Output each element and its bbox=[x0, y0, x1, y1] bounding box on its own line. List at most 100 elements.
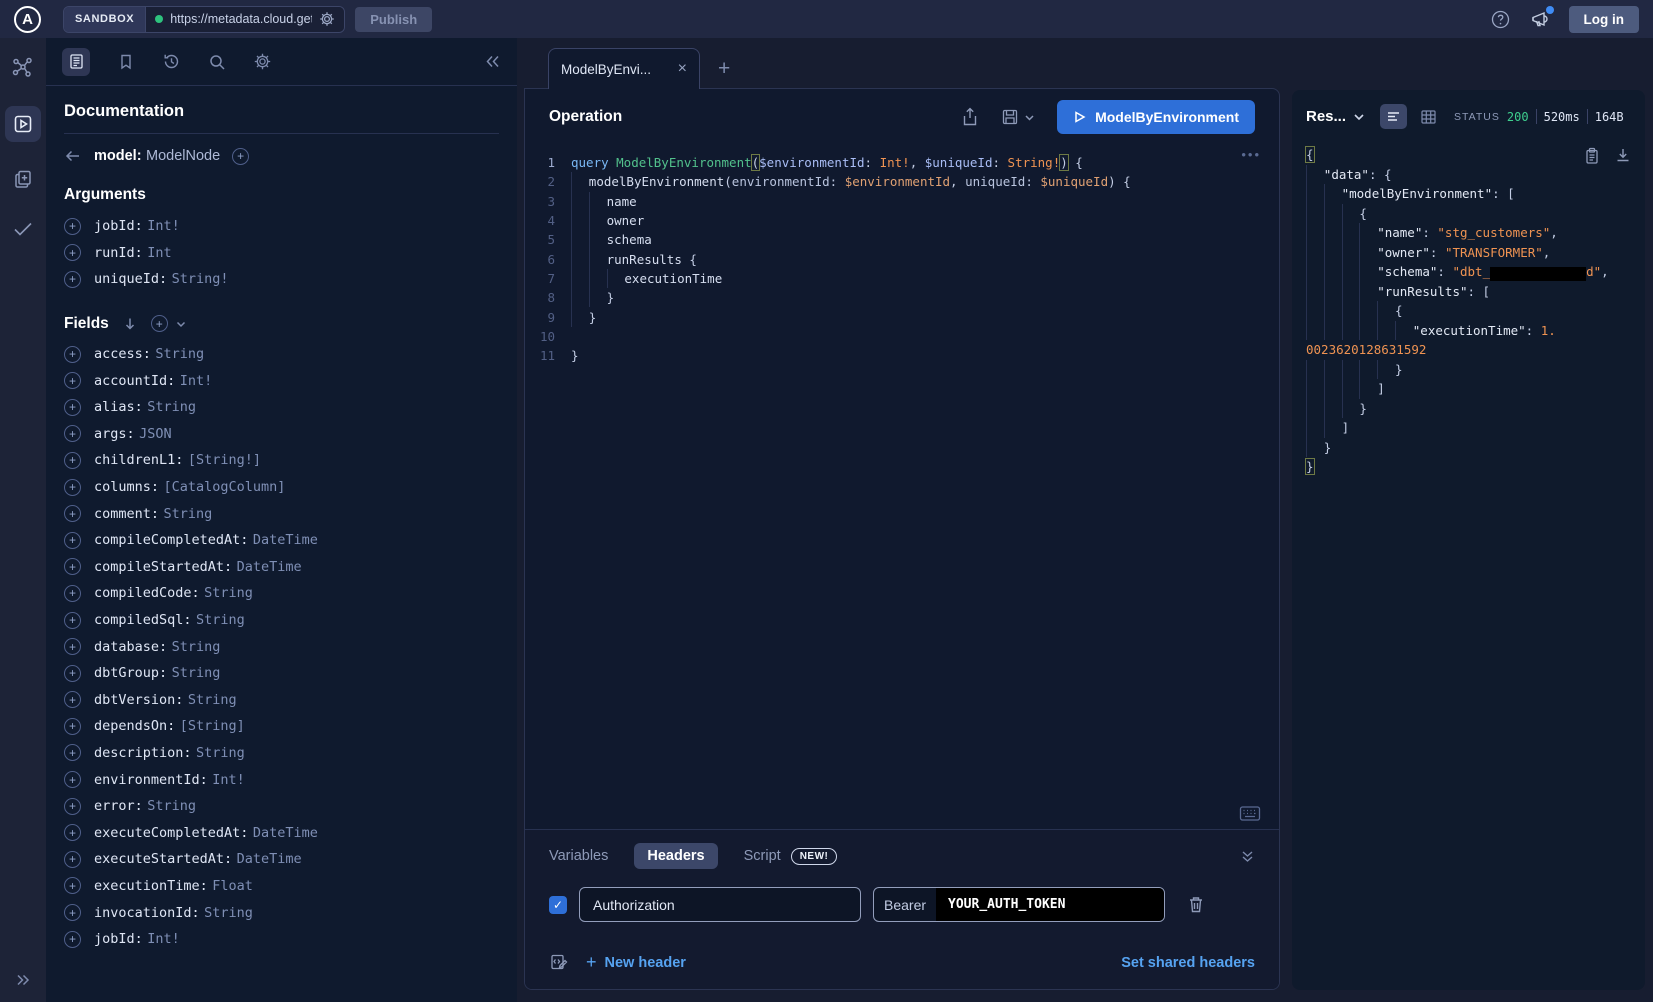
field-row[interactable]: + accountId: Int! bbox=[64, 367, 499, 394]
login-button[interactable]: Log in bbox=[1569, 6, 1640, 33]
add-field-icon[interactable]: + bbox=[64, 612, 81, 629]
sort-fields-icon[interactable] bbox=[122, 316, 138, 332]
field-type[interactable]: [String] bbox=[180, 718, 245, 734]
field-row[interactable]: + alias: String bbox=[64, 394, 499, 421]
expand-rail-icon[interactable] bbox=[15, 972, 31, 988]
add-argument-icon[interactable]: + bbox=[64, 244, 81, 261]
add-field-icon[interactable]: + bbox=[64, 771, 81, 788]
code-line[interactable]: 9 } bbox=[525, 307, 1279, 326]
schema-graph-icon[interactable] bbox=[11, 56, 35, 80]
endpoint-control[interactable]: SANDBOX https://metadata.cloud.getd bbox=[63, 6, 345, 33]
header-value-token[interactable]: YOUR_AUTH_TOKEN bbox=[936, 888, 1164, 921]
field-type[interactable]: String bbox=[188, 692, 237, 708]
new-tab-icon[interactable]: + bbox=[718, 57, 730, 81]
field-row[interactable]: + columns: [CatalogColumn] bbox=[64, 474, 499, 501]
field-type[interactable]: String bbox=[196, 612, 245, 628]
add-field-icon[interactable]: + bbox=[64, 691, 81, 708]
tab-variables[interactable]: Variables bbox=[549, 848, 608, 864]
field-row[interactable]: + executionTime: Float bbox=[64, 873, 499, 900]
argument-type[interactable]: Int! bbox=[147, 218, 180, 234]
field-row[interactable]: + compiledSql: String bbox=[64, 607, 499, 634]
add-type-icon[interactable]: + bbox=[232, 148, 249, 165]
add-field-icon[interactable]: + bbox=[64, 665, 81, 682]
search-icon[interactable] bbox=[208, 53, 226, 71]
argument-type[interactable]: String! bbox=[172, 271, 229, 287]
field-type[interactable]: Int! bbox=[147, 931, 180, 947]
add-field-icon[interactable]: + bbox=[64, 425, 81, 442]
add-field-icon[interactable]: + bbox=[64, 638, 81, 655]
endpoint-url-text[interactable]: https://metadata.cloud.getd bbox=[170, 12, 312, 26]
field-row[interactable]: + compileStartedAt: DateTime bbox=[64, 554, 499, 581]
response-title[interactable]: Res... bbox=[1306, 108, 1346, 125]
table-view-toggle-icon[interactable] bbox=[1420, 109, 1437, 125]
environment-variables-icon[interactable] bbox=[549, 953, 568, 972]
announcements-megaphone-icon[interactable] bbox=[1530, 9, 1551, 29]
active-operation-tab[interactable]: ModelByEnvi... × bbox=[548, 48, 700, 89]
delete-header-icon[interactable] bbox=[1187, 895, 1205, 914]
tab-headers[interactable]: Headers bbox=[634, 843, 717, 869]
editor-more-options-icon[interactable]: ••• bbox=[1241, 147, 1261, 162]
save-options-chevron-icon[interactable] bbox=[1024, 112, 1035, 123]
code-line[interactable]: 6 runResults { bbox=[525, 249, 1279, 268]
fields-options-chevron-icon[interactable] bbox=[175, 318, 187, 330]
field-type[interactable]: String bbox=[204, 905, 253, 921]
settings-gear-icon[interactable] bbox=[253, 52, 272, 71]
field-row[interactable]: + compileCompletedAt: DateTime bbox=[64, 527, 499, 554]
help-icon[interactable] bbox=[1491, 10, 1510, 29]
raw-view-toggle-icon[interactable] bbox=[1380, 104, 1407, 129]
query-editor[interactable]: ••• 1 query ModelByEnvironment($environm… bbox=[525, 145, 1279, 365]
code-line[interactable]: 5 schema bbox=[525, 230, 1279, 249]
field-type[interactable]: JSON bbox=[139, 426, 172, 442]
operation-collections-icon[interactable] bbox=[12, 168, 35, 191]
argument-row[interactable]: + uniqueId: String! bbox=[64, 266, 499, 293]
documentation-tab-icon[interactable] bbox=[62, 48, 90, 76]
field-type[interactable]: String bbox=[163, 506, 212, 522]
add-field-icon[interactable]: + bbox=[64, 346, 81, 363]
add-field-icon[interactable]: + bbox=[64, 399, 81, 416]
code-line[interactable]: 2 modelByEnvironment(environmentId: $env… bbox=[525, 172, 1279, 191]
field-type[interactable]: String bbox=[204, 585, 253, 601]
field-row[interactable]: + args: JSON bbox=[64, 421, 499, 448]
add-field-icon[interactable]: + bbox=[64, 798, 81, 815]
header-value-input[interactable]: Bearer YOUR_AUTH_TOKEN bbox=[873, 887, 1165, 922]
field-type[interactable]: DateTime bbox=[237, 851, 302, 867]
tab-script[interactable]: Script bbox=[744, 848, 781, 864]
field-type[interactable]: Int! bbox=[212, 772, 245, 788]
field-row[interactable]: + access: String bbox=[64, 341, 499, 368]
share-operation-icon[interactable] bbox=[961, 107, 979, 127]
field-type[interactable]: String bbox=[172, 639, 221, 655]
field-type[interactable]: Float bbox=[212, 878, 253, 894]
add-all-fields-icon[interactable]: + bbox=[151, 315, 168, 332]
endpoint-url-input[interactable]: https://metadata.cloud.getd bbox=[146, 7, 344, 32]
tab-label[interactable]: ModelByEnvi... bbox=[561, 62, 668, 77]
field-type[interactable]: String bbox=[196, 745, 245, 761]
add-field-icon[interactable]: + bbox=[64, 718, 81, 735]
new-header-button[interactable]: + New header bbox=[586, 952, 686, 973]
close-tab-icon[interactable]: × bbox=[678, 61, 687, 77]
field-row[interactable]: + jobId: Int! bbox=[64, 926, 499, 953]
field-type[interactable]: String bbox=[172, 665, 221, 681]
add-field-icon[interactable]: + bbox=[64, 904, 81, 921]
breadcrumb-type[interactable]: ModelNode bbox=[146, 148, 220, 164]
argument-row[interactable]: + runId: Int bbox=[64, 240, 499, 267]
add-field-icon[interactable]: + bbox=[64, 585, 81, 602]
add-field-icon[interactable]: + bbox=[64, 452, 81, 469]
endpoint-settings-gear-icon[interactable] bbox=[319, 11, 335, 27]
field-row[interactable]: + error: String bbox=[64, 793, 499, 820]
field-row[interactable]: + dependsOn: [String] bbox=[64, 713, 499, 740]
add-argument-icon[interactable]: + bbox=[64, 271, 81, 288]
collapse-drawer-icon[interactable] bbox=[1240, 849, 1255, 864]
field-row[interactable]: + database: String bbox=[64, 633, 499, 660]
field-row[interactable]: + executeStartedAt: DateTime bbox=[64, 846, 499, 873]
add-field-icon[interactable]: + bbox=[64, 744, 81, 761]
collapse-panel-icon[interactable] bbox=[484, 53, 501, 70]
code-line[interactable]: 10 bbox=[525, 327, 1279, 346]
copy-response-icon[interactable] bbox=[1584, 147, 1600, 165]
field-type[interactable]: DateTime bbox=[253, 532, 318, 548]
argument-row[interactable]: + jobId: Int! bbox=[64, 213, 499, 240]
explorer-icon[interactable] bbox=[5, 106, 41, 142]
code-line[interactable]: 3 name bbox=[525, 192, 1279, 211]
add-field-icon[interactable]: + bbox=[64, 931, 81, 948]
add-field-icon[interactable]: + bbox=[64, 558, 81, 575]
field-row[interactable]: + description: String bbox=[64, 740, 499, 767]
